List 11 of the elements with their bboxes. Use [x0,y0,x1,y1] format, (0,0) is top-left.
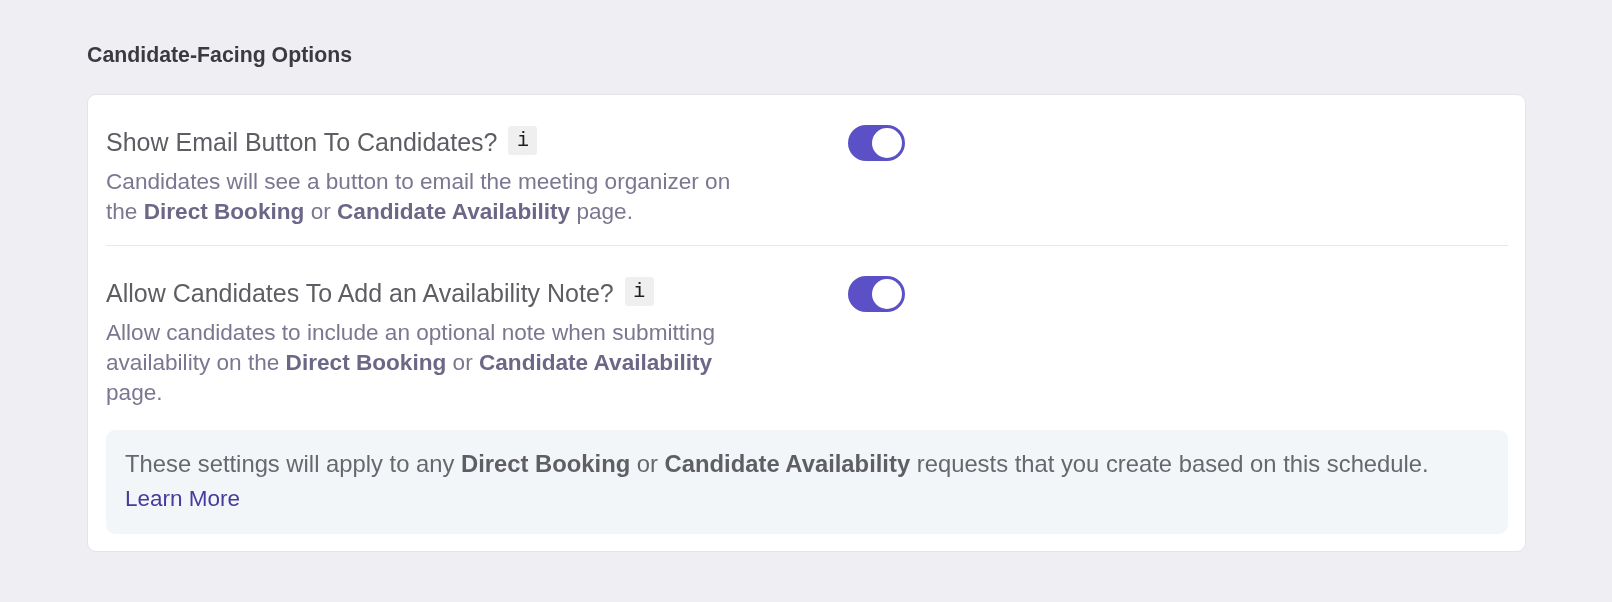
setting-description: Allow candidates to include an optional note when submitting availability on the Direct Booking or Candidate Availability page. [106,319,717,407]
info-button[interactable]: i [624,277,654,306]
section-title: Candidate-Facing Options [87,42,353,69]
info-button[interactable]: i [508,126,538,155]
learn-more-link[interactable]: Learn More [125,481,241,516]
toggle-switch[interactable] [848,125,905,161]
toggle-switch[interactable] [848,276,905,312]
setting-description: Candidates will see a button to email the meeting organizer on the Direct Booking or Candidate Availability page. [106,168,732,226]
setting-label: Allow Candidates To Add an Availability Note? [106,278,614,309]
notice-text: These settings will apply to any Direct Booking or Candidate Availability requests that you create based on this schedule. [125,449,1430,479]
setting-label: Show Email Button To Candidates? [106,127,498,158]
